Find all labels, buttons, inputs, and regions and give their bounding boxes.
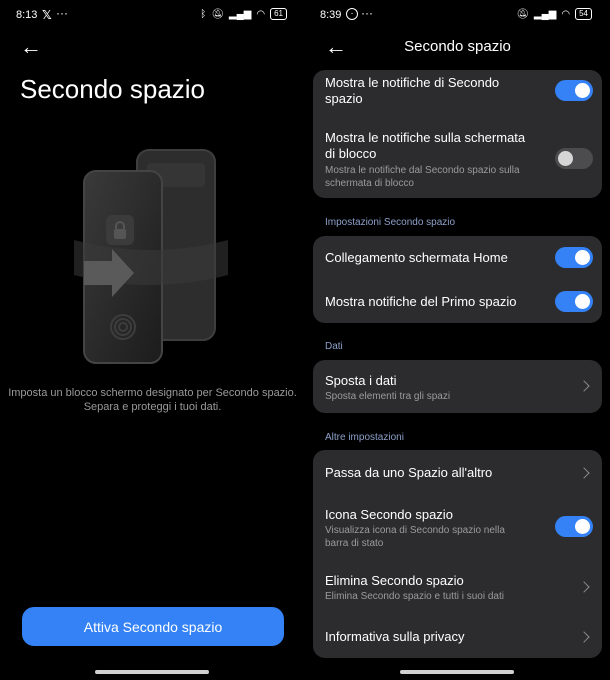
back-arrow-icon[interactable]: ← (20, 36, 42, 58)
battery-icon: 61 (270, 8, 287, 20)
row-title: Sposta i dati (325, 373, 397, 388)
right-screen: 8:39 · ··· 🔕︎ ▂▄▆ ◠ 54 ← Secondo spazio … (305, 0, 610, 680)
wifi-icon: ◠ (561, 8, 571, 20)
row-subtitle: Elimina Secondo spazio e tutti i suoi da… (325, 591, 504, 602)
row-subtitle: Mostra le notifiche dal Secondo spazio s… (325, 165, 520, 189)
status-time: 8:13 (16, 9, 38, 21)
other-settings-card: Passa da uno Spazio all'altro Icona Seco… (313, 450, 602, 658)
page-title: Secondo spazio (20, 74, 206, 104)
data-card: Sposta i dati Sposta elementi tra gli sp… (313, 360, 602, 413)
status-icons: ᛒ 🔕︎ ▂▄▆ ◠ 61 (200, 8, 287, 20)
row-subtitle: Visualizza icona di Secondo spazio nella… (325, 525, 505, 549)
chevron-right-icon (578, 581, 590, 593)
toggle-lockscreen-notifications[interactable] (555, 148, 593, 169)
description-line-1: Imposta un blocco schermo designato per … (8, 387, 297, 399)
more-notifications-icon: ··· (361, 6, 373, 20)
setting-row-move-data[interactable]: Sposta i dati Sposta elementi tra gli sp… (313, 360, 602, 413)
chevron-right-icon (578, 380, 590, 392)
toggle-space-icon[interactable] (555, 516, 593, 537)
row-title: Informativa sulla privacy (325, 629, 465, 644)
notifications-card: Mostra le notifiche di Secondo spazio Mo… (313, 70, 602, 198)
more-notifications-icon: ··· (56, 6, 68, 20)
notification-app-icon: · (346, 8, 358, 20)
row-subtitle: Sposta elementi tra gli spazi (325, 391, 451, 402)
page-title: Secondo spazio (404, 38, 511, 55)
signal-icon: ▂▄▆ (533, 8, 557, 20)
row-title: Mostra le notifiche sulla schermata di b… (325, 130, 526, 161)
home-indicator (95, 670, 209, 674)
x-app-icon: 𝕏 (42, 8, 52, 22)
row-title: Mostra notifiche del Primo spazio (325, 294, 517, 309)
status-bar: 8:13 𝕏 ··· ᛒ 🔕︎ ▂▄▆ ◠ 61 (0, 0, 305, 30)
status-bar: 8:39 · ··· 🔕︎ ▂▄▆ ◠ 54 (305, 0, 610, 30)
setting-row-home-shortcut[interactable]: Collegamento schermata Home (313, 236, 602, 280)
row-title: Icona Secondo spazio (325, 507, 453, 522)
setting-row-delete-space[interactable]: Elimina Secondo spazio Elimina Secondo s… (313, 562, 602, 612)
chevron-right-icon (578, 467, 590, 479)
row-title: Elimina Secondo spazio (325, 573, 464, 588)
setting-row-lockscreen-notifications[interactable]: Mostra le notifiche sulla schermata di b… (313, 128, 602, 192)
signal-icon: ▂▄▆ (228, 8, 252, 20)
row-title: Passa da uno Spazio all'altro (325, 465, 493, 480)
mute-icon: 🔕︎ (516, 8, 529, 20)
status-time: 8:39 (320, 9, 342, 21)
toggle-show-notifications[interactable] (555, 80, 593, 101)
section-header-impostazioni: Impostazioni Secondo spazio (325, 217, 456, 228)
toggle-first-space-notifications[interactable] (555, 291, 593, 312)
setting-row-switch-space[interactable]: Passa da uno Spazio all'altro (313, 450, 602, 494)
toggle-home-shortcut[interactable] (555, 247, 593, 268)
row-title: Collegamento schermata Home (325, 250, 508, 265)
setting-row-space-icon[interactable]: Icona Secondo spazio Visualizza icona di… (313, 498, 602, 558)
battery-icon: 54 (575, 8, 592, 20)
section-header-altre: Altre impostazioni (325, 432, 404, 443)
activate-second-space-button[interactable]: Attiva Secondo spazio (22, 607, 284, 646)
description: Imposta un blocco schermo designato per … (0, 386, 305, 414)
setting-row-first-space-notifications[interactable]: Mostra notifiche del Primo spazio (313, 280, 602, 323)
chevron-right-icon (578, 631, 590, 643)
description-line-2: Separa e proteggi i tuoi dati. (83, 401, 222, 413)
second-space-illustration (74, 149, 228, 364)
wifi-icon: ◠ (256, 8, 266, 20)
section-header-dati: Dati (325, 341, 343, 352)
mute-icon: 🔕︎ (211, 8, 224, 20)
status-icons: 🔕︎ ▂▄▆ ◠ 54 (516, 8, 592, 20)
setting-row-show-notifications[interactable]: Mostra le notifiche di Secondo spazio (313, 70, 602, 114)
second-space-settings-card: Collegamento schermata Home Mostra notif… (313, 236, 602, 323)
bluetooth-icon: ᛒ (200, 8, 207, 20)
row-title: Mostra le notifiche di Secondo spazio (325, 75, 500, 106)
left-screen: 8:13 𝕏 ··· ᛒ 🔕︎ ▂▄▆ ◠ 61 ← Secondo spazi… (0, 0, 305, 680)
setting-row-privacy-policy[interactable]: Informativa sulla privacy (313, 616, 602, 658)
home-indicator (400, 670, 514, 674)
